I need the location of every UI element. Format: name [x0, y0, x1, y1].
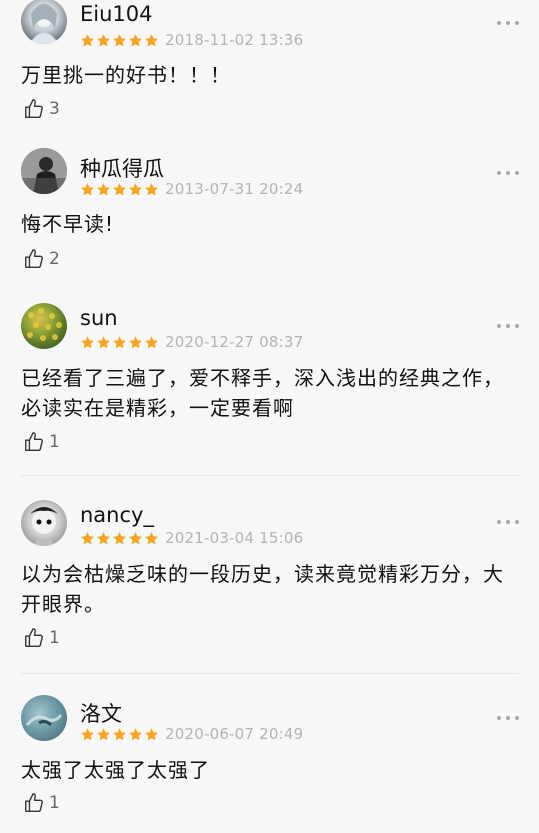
more-icon[interactable]	[497, 519, 519, 525]
review-item: 洛文 2020-06-07 20:49 太强了太强了太强了 1	[0, 692, 539, 833]
review-item: sun 2020-12-27 08:37 已经看了三遍了，爱不释手，深入浅出的经…	[0, 300, 539, 475]
more-icon[interactable]	[497, 715, 519, 721]
star-rating	[80, 335, 159, 351]
star-icon	[129, 532, 142, 545]
username[interactable]: 种瓜得瓜	[80, 153, 164, 183]
star-icon	[145, 728, 158, 741]
star-icon	[113, 728, 126, 741]
star-icon	[145, 34, 158, 47]
star-rating	[80, 33, 159, 49]
thumbs-up-icon	[25, 99, 43, 118]
username[interactable]: 洛文	[80, 698, 122, 728]
star-icon	[97, 728, 110, 741]
user-avatar[interactable]	[21, 148, 67, 194]
review-list: Eiu104 2018-11-02 13:36 万里挑一的好书！！！ 3 种瓜得…	[0, 0, 539, 833]
star-icon	[97, 183, 110, 196]
review-date: 2013-07-31 20:24	[165, 180, 304, 198]
like-count: 1	[49, 628, 60, 648]
username[interactable]: sun	[80, 306, 118, 330]
star-icon	[97, 34, 110, 47]
like-button[interactable]: 1	[23, 431, 60, 453]
review-date: 2020-06-07 20:49	[165, 725, 304, 743]
star-icon	[129, 336, 142, 349]
username[interactable]: Eiu104	[80, 2, 153, 26]
review-item: Eiu104 2018-11-02 13:36 万里挑一的好书！！！ 3	[0, 0, 539, 140]
thumbs-up-icon	[25, 249, 43, 268]
star-rating	[80, 182, 159, 198]
star-icon	[81, 336, 94, 349]
review-item: 种瓜得瓜 2013-07-31 20:24 悔不早读! 2	[0, 148, 539, 288]
like-button[interactable]: 3	[23, 98, 60, 120]
star-icon	[81, 532, 94, 545]
review-date: 2021-03-04 15:06	[165, 529, 304, 547]
star-icon	[81, 728, 94, 741]
review-text: 万里挑一的好书！！！	[21, 63, 231, 87]
user-avatar[interactable]	[21, 500, 67, 546]
divider	[21, 475, 519, 476]
more-icon[interactable]	[497, 20, 519, 26]
review-text: 以为会枯燥乏味的一段历史，读来竟觉精彩万分，大开眼界。	[21, 562, 504, 616]
like-count: 2	[49, 249, 60, 269]
star-icon	[129, 728, 142, 741]
review-text: 太强了太强了太强了	[21, 758, 210, 782]
thumbs-up-icon	[25, 432, 43, 451]
star-icon	[97, 336, 110, 349]
user-avatar[interactable]	[21, 303, 67, 349]
star-rating	[80, 727, 159, 743]
review-date: 2018-11-02 13:36	[165, 31, 304, 49]
star-icon	[97, 532, 110, 545]
review-item: nancy_ 2021-03-04 15:06 以为会枯燥乏味的一段历史，读来竟…	[0, 496, 539, 671]
review-date: 2020-12-27 08:37	[165, 333, 304, 351]
user-avatar[interactable]	[21, 695, 67, 741]
like-button[interactable]: 1	[23, 792, 60, 814]
more-icon[interactable]	[497, 170, 519, 176]
star-icon	[81, 183, 94, 196]
star-rating	[80, 531, 159, 547]
star-icon	[129, 34, 142, 47]
star-icon	[113, 532, 126, 545]
star-icon	[113, 336, 126, 349]
star-icon	[145, 336, 158, 349]
like-count: 3	[49, 99, 60, 119]
divider	[21, 673, 519, 674]
star-icon	[145, 183, 158, 196]
username[interactable]: nancy_	[80, 503, 154, 527]
like-count: 1	[49, 793, 60, 813]
star-icon	[113, 34, 126, 47]
review-text: 已经看了三遍了，爱不释手，深入浅出的经典之作，必读实在是精彩，一定要看啊	[21, 366, 504, 420]
like-count: 1	[49, 432, 60, 452]
star-icon	[113, 183, 126, 196]
thumbs-up-icon	[25, 628, 43, 647]
review-text: 悔不早读!	[21, 212, 115, 236]
star-icon	[81, 34, 94, 47]
more-icon[interactable]	[497, 323, 519, 329]
like-button[interactable]: 2	[23, 248, 60, 270]
like-button[interactable]: 1	[23, 627, 60, 649]
thumbs-up-icon	[25, 793, 43, 812]
star-icon	[129, 183, 142, 196]
star-icon	[145, 532, 158, 545]
user-avatar[interactable]	[21, 0, 67, 44]
